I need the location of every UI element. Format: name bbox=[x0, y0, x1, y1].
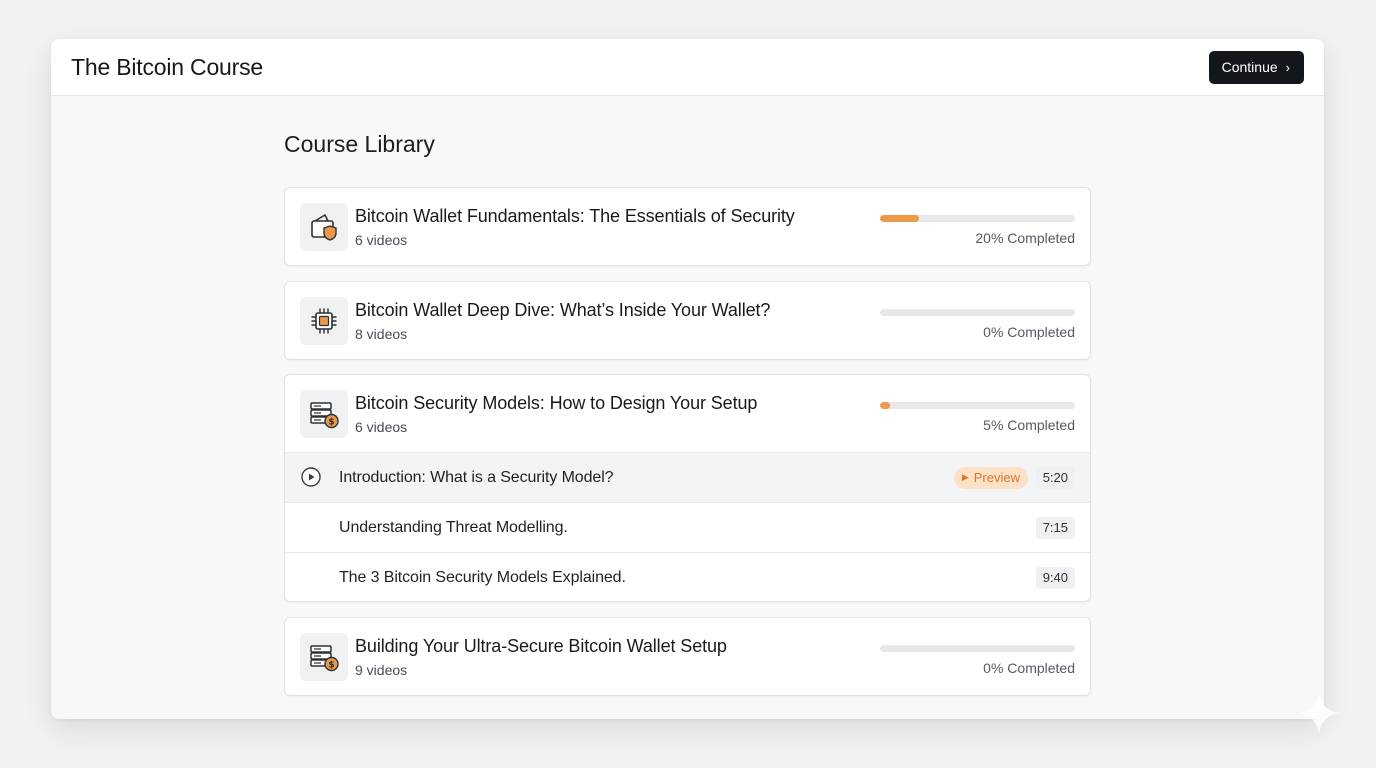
course-card: Bitcoin Wallet Deep Dive: What’s Inside … bbox=[284, 281, 1091, 360]
video-count: 8 videos bbox=[355, 326, 408, 342]
progress-label: 0% Completed bbox=[983, 324, 1075, 340]
lesson-row[interactable]: The 3 Bitcoin Security Models Explained.… bbox=[285, 552, 1090, 601]
course-library: Course Library Bitcoin Wallet Fundamenta… bbox=[284, 96, 1091, 696]
preview-label: Preview bbox=[973, 469, 1020, 485]
lesson-title: Understanding Threat Modelling. bbox=[339, 518, 568, 536]
lesson-title: Introduction: What is a Security Model? bbox=[339, 468, 614, 486]
course-header[interactable]: Bitcoin Wallet Deep Dive: What’s Inside … bbox=[285, 282, 1090, 359]
course-header[interactable]: Bitcoin Wallet Fundamentals: The Essenti… bbox=[285, 188, 1090, 265]
progress-label: 0% Completed bbox=[983, 660, 1075, 676]
svg-text:$: $ bbox=[328, 661, 334, 671]
progress-fill bbox=[880, 215, 919, 222]
lesson-duration: 7:15 bbox=[1035, 516, 1075, 539]
video-count: 6 videos bbox=[355, 232, 408, 248]
continue-button-label: Continue bbox=[1221, 59, 1278, 75]
chevron-right-icon: › bbox=[1285, 59, 1290, 75]
progress-label: 5% Completed bbox=[983, 417, 1075, 433]
lesson-duration: 5:20 bbox=[1035, 466, 1075, 489]
wallet-shield-icon bbox=[300, 203, 348, 251]
course-header[interactable]: $ Building Your Ultra-Secure Bitcoin Wal… bbox=[285, 618, 1090, 695]
app-window: The Bitcoin Course Continue › Course Lib… bbox=[51, 39, 1324, 719]
lesson-row[interactable]: Understanding Threat Modelling. 7:15 bbox=[285, 502, 1090, 552]
progress-bar bbox=[880, 215, 1075, 222]
chip-icon bbox=[300, 297, 348, 345]
video-count: 9 videos bbox=[355, 662, 408, 678]
course-title: Bitcoin Wallet Fundamentals: The Essenti… bbox=[355, 206, 795, 226]
server-coin-icon: $ bbox=[300, 390, 348, 438]
course-title: Building Your Ultra-Secure Bitcoin Walle… bbox=[355, 636, 727, 656]
app-title: The Bitcoin Course bbox=[71, 53, 263, 80]
video-count: 6 videos bbox=[355, 419, 408, 435]
course-title: Bitcoin Security Models: How to Design Y… bbox=[355, 393, 758, 413]
lesson-row[interactable]: Introduction: What is a Security Model? … bbox=[285, 452, 1090, 502]
play-icon[interactable] bbox=[301, 467, 321, 487]
progress-fill bbox=[880, 402, 890, 409]
preview-badge[interactable]: ▶ Preview bbox=[953, 466, 1028, 489]
progress-bar bbox=[880, 402, 1075, 409]
app-header: The Bitcoin Course Continue › bbox=[51, 39, 1324, 96]
svg-text:$: $ bbox=[328, 418, 334, 428]
progress-label: 20% Completed bbox=[975, 230, 1075, 246]
course-card: $ Building Your Ultra-Secure Bitcoin Wal… bbox=[284, 617, 1091, 696]
course-card: Bitcoin Wallet Fundamentals: The Essenti… bbox=[284, 187, 1091, 266]
continue-button[interactable]: Continue › bbox=[1208, 50, 1304, 84]
section-title: Course Library bbox=[284, 131, 435, 157]
lesson-duration: 9:40 bbox=[1035, 566, 1075, 589]
sparkle-icon bbox=[1298, 692, 1340, 734]
progress-bar bbox=[880, 309, 1075, 316]
play-triangle-icon: ▶ bbox=[961, 472, 969, 482]
server-coin-icon: $ bbox=[300, 633, 348, 681]
course-title: Bitcoin Wallet Deep Dive: What’s Inside … bbox=[355, 300, 771, 320]
course-card-expanded: $ Bitcoin Security Models: How to Design… bbox=[284, 374, 1091, 602]
lesson-title: The 3 Bitcoin Security Models Explained. bbox=[339, 568, 626, 586]
course-header[interactable]: $ Bitcoin Security Models: How to Design… bbox=[285, 375, 1090, 452]
progress-bar bbox=[880, 645, 1075, 652]
